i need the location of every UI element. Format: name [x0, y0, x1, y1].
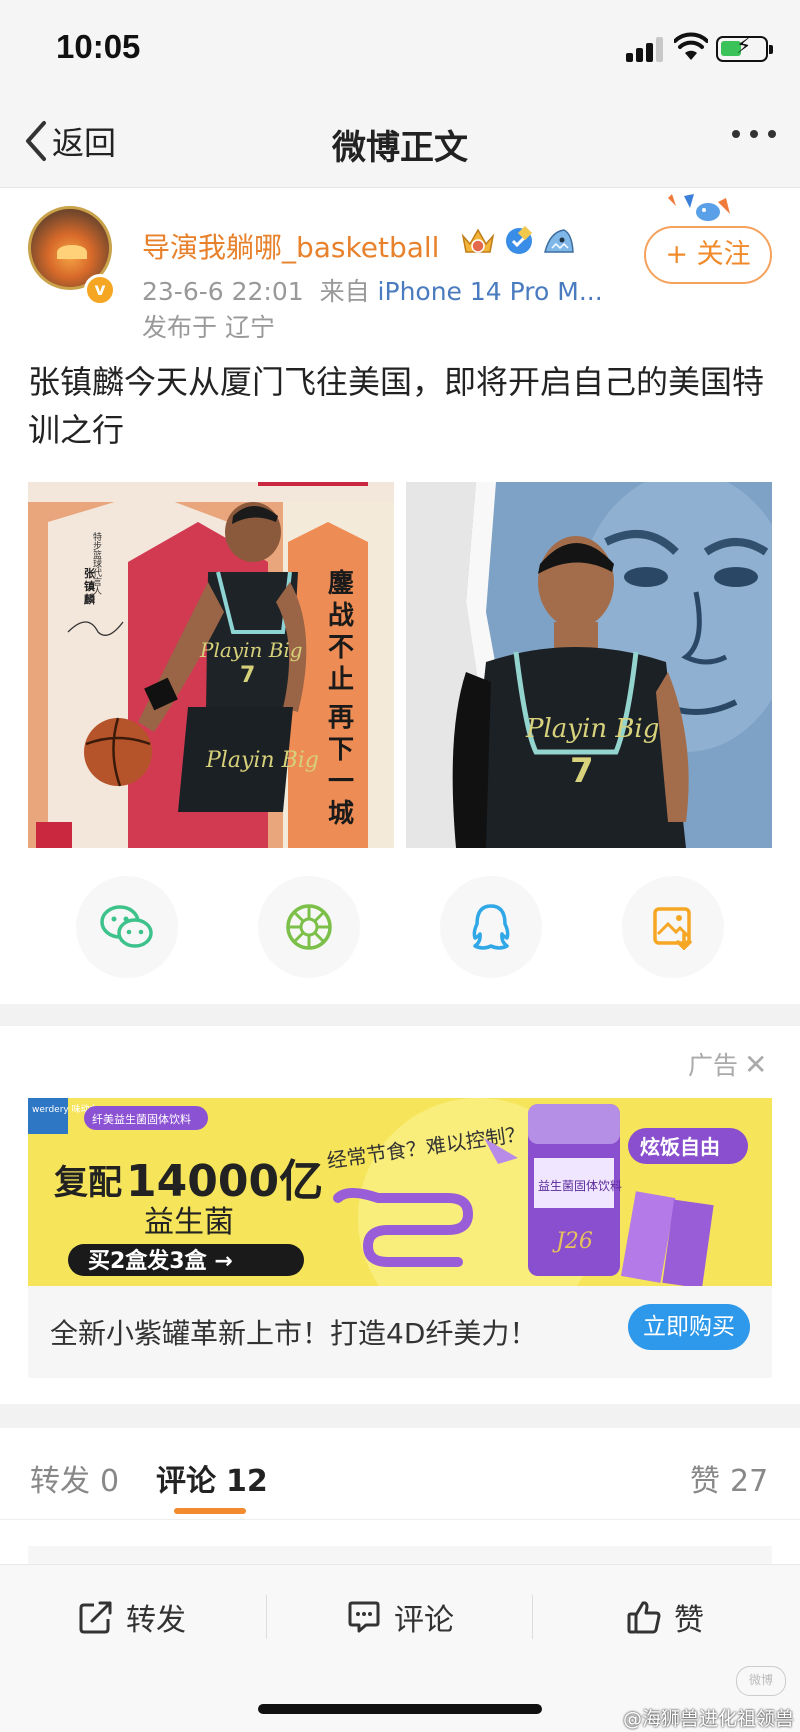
svg-text:张: 张 [84, 566, 96, 580]
ad-slogan: 炫饭自由 [640, 1135, 720, 1159]
username[interactable]: 导演我躺哪_basketball [142, 226, 439, 266]
source-prefix: 来自 [319, 277, 370, 306]
post-location: 发布于 辽宁 [142, 313, 275, 342]
verified-badge-icon: v [84, 274, 116, 306]
watermark-logo: 微博 [736, 1666, 786, 1696]
player-dunk-poster: Playin Big 7 Playin Big 鏖战不止 再下一城 特步篮球代言… [28, 482, 394, 848]
svg-text:止: 止 [328, 665, 354, 695]
thumbs-up-icon [627, 1601, 661, 1634]
svg-text:鏖: 鏖 [328, 568, 354, 599]
post-text: 张镇麟今天从厦门飞往美国，即将开启自己的美国特训之行 [28, 363, 765, 449]
nav-bar: 返回 微博正文 [0, 100, 800, 188]
section-divider [0, 1404, 800, 1428]
post-timestamp: 23-6-6 22:01 [142, 277, 304, 306]
repost-icon [79, 1601, 112, 1634]
post-meta: 23-6-6 22:01 来自 iPhone 14 Pro M... [142, 272, 603, 308]
more-options-icon[interactable] [732, 130, 776, 138]
jersey-script: Playin Big [525, 714, 659, 744]
svg-text:一: 一 [328, 767, 354, 797]
tab-repost-count: 0 [100, 1464, 120, 1499]
tab-like-label: 赞 [690, 1464, 720, 1499]
wifi-icon [674, 32, 708, 60]
tab-repost[interactable]: 转发 0 [30, 1456, 119, 1500]
post-image-2[interactable]: Playin Big 7 [406, 482, 772, 848]
follow-button[interactable]: + 关注 [644, 226, 772, 284]
bar-divider [266, 1595, 267, 1639]
save-image-button[interactable] [622, 876, 724, 978]
cellular-signal-icon [626, 36, 666, 62]
ad-banner[interactable]: werdery 味动力 纤美益生菌固体饮料 复配 14000亿 益生菌 买2盒发… [28, 1098, 772, 1286]
ad-deal: 买2盒发3盒 → [88, 1248, 233, 1274]
watermark: @海狮兽进化祖领兽 [622, 1708, 794, 1730]
follow-decoration-icon [668, 194, 730, 221]
post-image-1[interactable]: Playin Big 7 Playin Big 鏖战不止 再下一城 特步篮球代言… [28, 482, 394, 848]
ad-label-text: 广告 [688, 1051, 739, 1080]
ad-label: 广告 ✕ [688, 1046, 767, 1082]
ad-text[interactable]: 全新小紫罐革新上市！打造4D纤美力！ [50, 1312, 537, 1352]
tab-like-count: 27 [730, 1464, 769, 1499]
ad-footer: 全新小紫罐革新上市！打造4D纤美力！ 立即购买 [28, 1286, 772, 1378]
section-divider [0, 1004, 800, 1026]
svg-text:Playin Big: Playin Big [199, 638, 303, 662]
status-bar: 10:05 ⚡ [0, 0, 800, 100]
svg-text:下: 下 [328, 735, 354, 765]
user-badges [460, 224, 576, 258]
close-icon[interactable]: ✕ [744, 1048, 767, 1081]
ad-tag: 纤美益生菌固体饮料 [92, 1112, 191, 1126]
page-title: 微博正文 [332, 128, 468, 168]
vip-crown-icon [461, 228, 495, 253]
comment-icon [348, 1601, 380, 1633]
bar-divider [532, 1595, 533, 1639]
ad-product-label: 益生菌固体饮料 [538, 1179, 622, 1193]
shield-badge-icon [506, 226, 533, 254]
buy-now-button[interactable]: 立即购买 [628, 1304, 750, 1350]
share-wechat-button[interactable] [76, 876, 178, 978]
share-row [0, 876, 800, 986]
svg-text:城: 城 [328, 799, 354, 829]
battery-icon: ⚡ [716, 36, 773, 62]
interaction-tabs: 转发 0 评论 12 赞 27 [0, 1428, 800, 1520]
tab-repost-label: 转发 [30, 1464, 90, 1499]
jersey-number: 7 [570, 751, 594, 791]
ad-headline-sub: 益生菌 [144, 1205, 234, 1240]
like-button[interactable]: 赞 [626, 1595, 704, 1639]
svg-text:7: 7 [240, 663, 255, 688]
home-indicator[interactable] [258, 1704, 542, 1714]
qq-icon [472, 904, 510, 950]
tab-comment[interactable]: 评论 12 [156, 1456, 268, 1500]
svg-text:J26: J26 [552, 1229, 593, 1254]
comment-label: 评论 [394, 1603, 454, 1638]
tab-comment-count: 12 [226, 1464, 268, 1499]
svg-text:不: 不 [328, 633, 354, 663]
svg-text:再: 再 [328, 703, 354, 733]
shark-badge-icon [544, 229, 574, 253]
post-source-link[interactable]: iPhone 14 Pro M... [378, 277, 603, 306]
active-tab-indicator [174, 1508, 246, 1514]
tab-like[interactable]: 赞 27 [690, 1456, 768, 1500]
svg-text:镇: 镇 [84, 579, 95, 593]
svg-text:麟: 麟 [84, 592, 96, 606]
repost-button[interactable]: 转发 [78, 1595, 186, 1639]
wechat-icon [100, 905, 153, 948]
repost-label: 转发 [126, 1603, 186, 1638]
save-image-icon [653, 907, 692, 950]
ad-headline-prefix: 复配 [54, 1163, 122, 1203]
ad-banner-art: werdery 味动力 纤美益生菌固体饮料 复配 14000亿 益生菌 买2盒发… [28, 1098, 772, 1286]
player-portrait-poster: Playin Big 7 [406, 482, 772, 848]
status-time: 10:05 [56, 28, 141, 65]
share-moments-button[interactable] [258, 876, 360, 978]
comment-button[interactable]: 评论 [346, 1595, 454, 1639]
tab-comment-label: 评论 [156, 1464, 216, 1499]
like-label: 赞 [674, 1603, 704, 1638]
share-qq-button[interactable] [440, 876, 542, 978]
svg-text:Playin Big: Playin Big [205, 748, 319, 773]
svg-text:战: 战 [328, 601, 354, 631]
ad-headline-number: 14000亿 [126, 1156, 323, 1207]
moments-icon [286, 904, 332, 950]
